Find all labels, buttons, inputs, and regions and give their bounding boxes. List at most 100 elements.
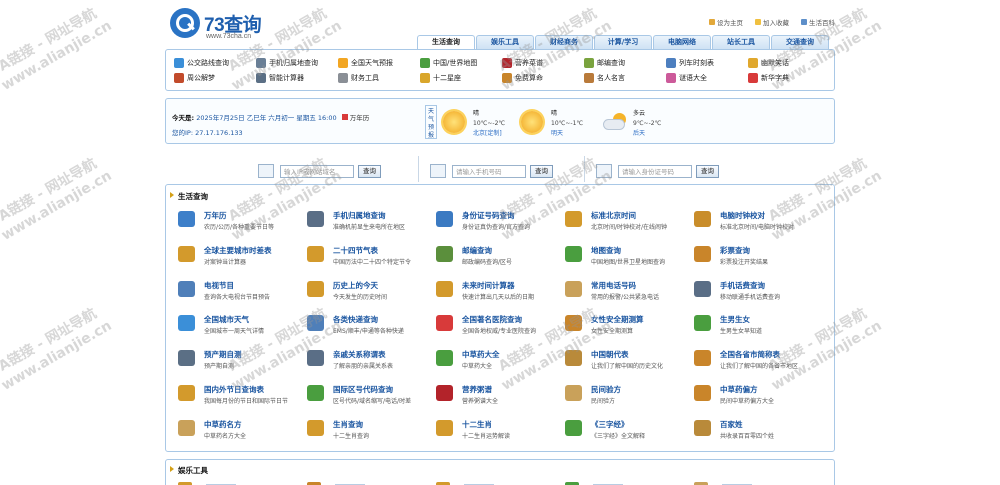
calendar-link[interactable]: 万年历 [350, 114, 370, 122]
service-item[interactable]: 百家姓 共收录百百零四个姓 [692, 416, 821, 451]
quick-link[interactable]: 周公解梦 [174, 70, 256, 85]
service-title[interactable]: 邮编查询 [462, 245, 492, 256]
service-title[interactable]: 彩票查询 [720, 245, 750, 256]
service-title[interactable]: 各类快递查询 [333, 314, 378, 325]
service-item[interactable]: 国内外节日查询表 我国每月份的节日和国际节日节 [176, 381, 305, 416]
service-item[interactable]: 电视节目 查询各大电视台节目预告 [176, 277, 305, 312]
tab-life[interactable]: 生活查询 [417, 35, 475, 49]
service-item[interactable]: 全国城市天气 全国城市一周天气详情 [176, 311, 305, 346]
service-item[interactable]: 生肖查询 十二生肖查询 [305, 416, 434, 451]
quick-link[interactable]: 中国/世界地图 [420, 55, 502, 70]
service-title[interactable]: 全国城市天气 [204, 314, 249, 325]
service-item[interactable]: 中草药偏方 民间中草药偏方大全 [692, 381, 821, 416]
quick-link[interactable]: 列车时刻表 [666, 55, 748, 70]
set-homepage-link[interactable]: 设为主页 [709, 17, 743, 27]
service-title[interactable]: 预产期自测 [204, 349, 242, 360]
service-item[interactable]: 二十四节气表 中国历法中二十四个特定节令 [305, 242, 434, 277]
service-item[interactable]: 中草药名方 中草药名方大全 [176, 416, 305, 451]
service-item[interactable]: 《三字经》 《三字经》全文解释 [563, 416, 692, 451]
service-item[interactable]: 营养粥谱 营养粥谱大全 [434, 381, 563, 416]
service-item[interactable]: 生男生女 生男生女早知道 [692, 311, 821, 346]
service-title[interactable]: 地图查询 [591, 245, 621, 256]
ip-search-button[interactable]: 查询 [358, 164, 381, 178]
service-title[interactable]: 万年历 [204, 210, 227, 221]
quick-link[interactable]: 十二星座 [420, 70, 502, 85]
customize-link[interactable]: [定制] [485, 130, 502, 137]
service-title[interactable]: 生男生女 [720, 314, 750, 325]
service-title[interactable]: 营养粥谱 [462, 384, 492, 395]
service-title[interactable]: 常用电话号码 [591, 280, 636, 291]
service-title[interactable]: 亲戚关系称谓表 [333, 349, 386, 360]
service-title[interactable]: 二十四节气表 [333, 245, 378, 256]
service-title[interactable]: 中草药名方 [204, 419, 242, 430]
service-title[interactable]: 中草药偏方 [720, 384, 758, 395]
service-item[interactable]: 民间验方 民间验方 [563, 381, 692, 416]
service-title[interactable]: 全国著名医院查询 [462, 314, 522, 325]
service-title[interactable]: 手机话费查询 [720, 280, 765, 291]
service-item[interactable]: 中国朝代表 让我们了解中国的历史文化 [563, 346, 692, 381]
tab-traffic[interactable]: 交通查询 [771, 35, 829, 49]
service-title[interactable]: 《三字经》 [591, 419, 629, 430]
service-item[interactable]: 标准北京时间 北京时间/时钟校对/在线闹钟 [563, 207, 692, 242]
service-title[interactable]: 电脑时钟校对 [720, 210, 765, 221]
phone-search-input[interactable]: 请输入手机号码 [452, 164, 526, 178]
service-title[interactable]: 十二生肖 [462, 419, 492, 430]
service-title[interactable]: 百家姓 [720, 419, 743, 430]
quick-link[interactable]: 公交路线查询 [174, 55, 256, 70]
service-item[interactable]: 邮编查询 邮政编码查询/区号 [434, 242, 563, 277]
service-title[interactable]: 历史上的今天 [333, 280, 378, 291]
tab-entertainment[interactable]: 娱乐工具 [476, 35, 534, 49]
service-item[interactable]: 亲戚关系称谓表 了解亲朋的亲属关系表 [305, 346, 434, 381]
service-title[interactable]: 未来时间计算器 [462, 280, 515, 291]
service-title[interactable]: 标准北京时间 [591, 210, 636, 221]
tab-calc-study[interactable]: 计算/学习 [594, 35, 652, 49]
service-title[interactable]: 中草药大全 [462, 349, 500, 360]
service-title[interactable]: 中国朝代表 [591, 349, 629, 360]
id-search-input[interactable]: 请输入身份证号码 [618, 164, 692, 178]
service-item[interactable]: 手机归属地查询 准确机前显生来电所在地区 [305, 207, 434, 242]
quick-link[interactable]: 智能计算器 [256, 70, 338, 85]
service-item[interactable]: 全球主要城市时差表 对案钟当计算器 [176, 242, 305, 277]
tab-webmaster[interactable]: 站长工具 [712, 35, 770, 49]
phone-search-button[interactable]: 查询 [530, 164, 553, 178]
ip-search-input[interactable]: 输入IP或网站域名 [280, 164, 354, 178]
quick-link[interactable]: 名人名言 [584, 70, 666, 85]
quick-link[interactable]: 幽默笑话 [748, 55, 830, 70]
service-item[interactable]: 全国各省市简称表 让我们了解中国的各省市地区 [692, 346, 821, 381]
service-item[interactable]: 常用电话号码 常用的报警/公共紧急电话 [563, 277, 692, 312]
service-item[interactable]: 身份证号码查询 身份证真伪查询/官方查询 [434, 207, 563, 242]
id-search-button[interactable]: 查询 [696, 164, 719, 178]
service-item[interactable]: 彩票查询 彩票投注开奖结果 [692, 242, 821, 277]
service-item[interactable]: 国际区号代码查询 区号代码/域名缩写/电话/时差 [305, 381, 434, 416]
service-title[interactable]: 女性安全期测算 [591, 314, 644, 325]
service-title[interactable]: 民间验方 [591, 384, 621, 395]
add-favorite-link[interactable]: 加入收藏 [755, 17, 789, 27]
service-item[interactable]: 女性安全期测算 女性安全期测算 [563, 311, 692, 346]
quick-link[interactable]: 手机归属地查询 [256, 55, 338, 70]
quick-link[interactable]: 邮编查询 [584, 55, 666, 70]
service-title[interactable]: 全球主要城市时差表 [204, 245, 272, 256]
service-item[interactable]: 十二生肖 十二生肖运势解读 [434, 416, 563, 451]
site-logo[interactable]: 73查询 www.73cha.cn [170, 8, 290, 42]
service-item[interactable]: 未来时间计算器 快速计算出几天以后的日期 [434, 277, 563, 312]
service-item[interactable]: 手机话费查询 移动联通手机话费查询 [692, 277, 821, 312]
quick-link[interactable]: 全国天气预报 [338, 55, 420, 70]
service-title[interactable]: 国际区号代码查询 [333, 384, 393, 395]
service-item[interactable]: 中草药大全 中草药大全 [434, 346, 563, 381]
service-item[interactable]: 电脑时钟校对 标准北京时间/电脑时钟校对 [692, 207, 821, 242]
quick-link[interactable]: 免费算命 [502, 70, 584, 85]
service-title[interactable]: 生肖查询 [333, 419, 363, 430]
tab-computer[interactable]: 电脑网络 [653, 35, 711, 49]
service-title[interactable]: 身份证号码查询 [462, 210, 515, 221]
service-title[interactable]: 电视节目 [204, 280, 234, 291]
service-item[interactable]: 万年历 农历/公历/各种重要节日等 [176, 207, 305, 242]
tab-finance[interactable]: 财经商务 [535, 35, 593, 49]
quick-link[interactable]: 财务工具 [338, 70, 420, 85]
service-title[interactable]: 全国各省市简称表 [720, 349, 780, 360]
quick-link[interactable]: 新华字典 [748, 70, 830, 85]
service-item[interactable]: 地图查询 中国地图/世界卫星地图查询 [563, 242, 692, 277]
service-item[interactable]: 历史上的今天 今天发生的历史时间 [305, 277, 434, 312]
quick-link[interactable]: 营养菜谱 [502, 55, 584, 70]
encyclopedia-link[interactable]: 生活百科 [801, 17, 835, 27]
service-title[interactable]: 手机归属地查询 [333, 210, 386, 221]
